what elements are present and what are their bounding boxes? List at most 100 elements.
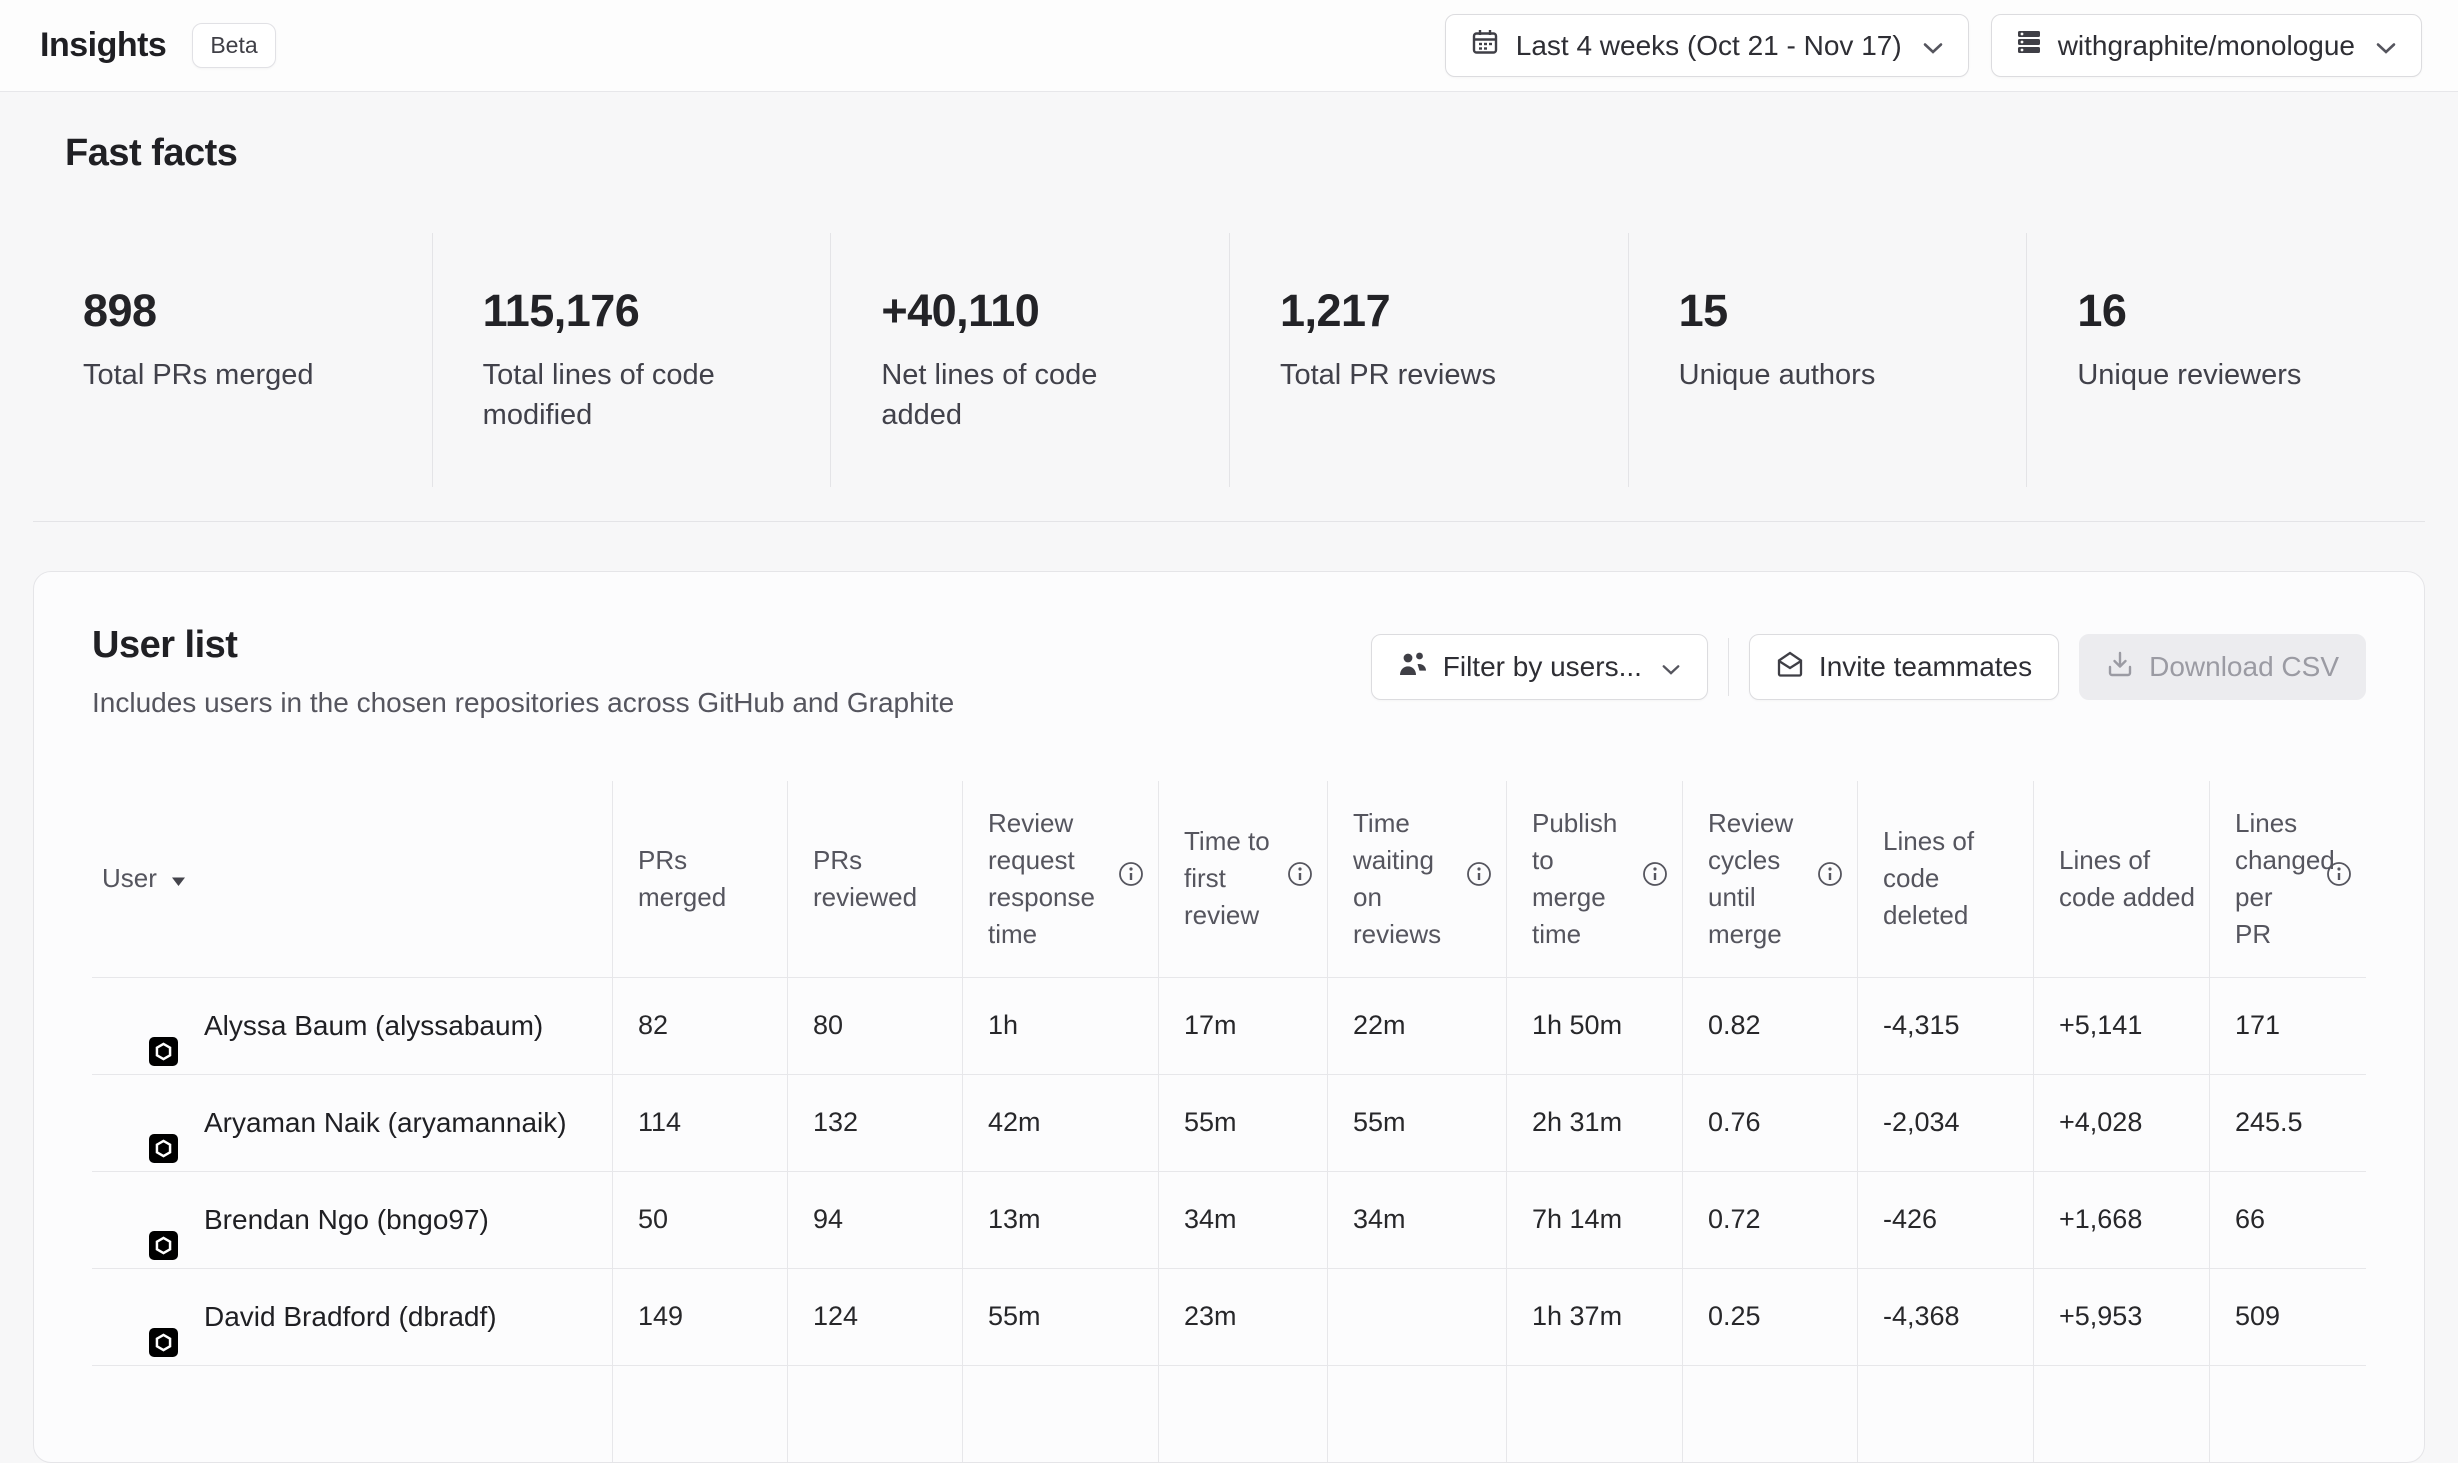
avatar xyxy=(100,989,174,1063)
table-row[interactable]: Brendan Ngo (bngo97) 50 94 13m 34m 34m 7… xyxy=(92,1171,2366,1268)
stat-label: Total PR reviews xyxy=(1280,355,1580,395)
publish-to-merge-time-cell: 7h 14m xyxy=(1506,1172,1682,1268)
column-header-review-request-response-time: Review request response time xyxy=(962,781,1158,977)
chevron-down-icon xyxy=(2375,30,2397,62)
stat-value: 16 xyxy=(2077,285,2389,337)
actions-divider xyxy=(1728,638,1729,696)
lines-added-cell: +1,668 xyxy=(2033,1172,2209,1268)
filter-by-users-label: Filter by users... xyxy=(1443,651,1642,683)
lines-changed-per-pr-cell: 171 xyxy=(2209,978,2366,1074)
user-cell: David Bradford (dbradf) xyxy=(92,1269,612,1365)
prs-reviewed-cell: 124 xyxy=(787,1269,962,1365)
column-header-time-to-first-review: Time to first review xyxy=(1158,781,1327,977)
review-request-response-time-cell: 55m xyxy=(962,1269,1158,1365)
topbar: Insights Beta Last 4 weeks (Oct 21 - Nov… xyxy=(0,0,2458,92)
lines-changed-per-pr-cell: 509 xyxy=(2209,1269,2366,1365)
avatar xyxy=(100,1183,174,1257)
invite-teammates-button[interactable]: Invite teammates xyxy=(1749,634,2059,700)
lines-added-cell: +5,141 xyxy=(2033,978,2209,1074)
time-to-first-review-cell: 17m xyxy=(1158,978,1327,1074)
users-icon xyxy=(1398,651,1428,684)
stat-value: +40,110 xyxy=(881,285,1193,337)
prs-reviewed-cell: 132 xyxy=(787,1075,962,1171)
column-header-review-cycles-until-merge: Review cycles until merge xyxy=(1682,781,1857,977)
download-csv-button[interactable]: Download CSV xyxy=(2079,634,2366,700)
user-name: Alyssa Baum (alyssabaum) xyxy=(204,1010,543,1042)
stat-label: Unique reviewers xyxy=(2077,355,2377,395)
info-icon[interactable] xyxy=(1817,860,1843,897)
mail-icon xyxy=(1776,651,1804,684)
review-request-response-time-cell: 42m xyxy=(962,1075,1158,1171)
stat-unique-reviewers: 16 Unique reviewers xyxy=(2026,233,2425,487)
prs-reviewed-cell: 94 xyxy=(787,1172,962,1268)
time-to-first-review-cell: 23m xyxy=(1158,1269,1327,1365)
beta-badge: Beta xyxy=(192,23,275,68)
user-list-title: User list xyxy=(92,624,954,667)
prs-merged-cell: 82 xyxy=(612,978,787,1074)
user-table: User PRs merged PRs reviewed Review requ… xyxy=(92,781,2366,1462)
user-cell: Aryaman Naik (aryamannaik) xyxy=(92,1075,612,1171)
lines-changed-per-pr-cell: 66 xyxy=(2209,1172,2366,1268)
column-header-prs-merged: PRs merged xyxy=(612,781,787,977)
prs-merged-cell: 50 xyxy=(612,1172,787,1268)
lines-added-cell: +5,953 xyxy=(2033,1269,2209,1365)
time-to-first-review-cell: 34m xyxy=(1158,1172,1327,1268)
table-row[interactable]: David Bradford (dbradf) 149 124 55m 23m … xyxy=(92,1268,2366,1365)
time-to-first-review-cell: 55m xyxy=(1158,1075,1327,1171)
date-range-label: Last 4 weeks (Oct 21 - Nov 17) xyxy=(1516,30,1902,62)
table-header-row: User PRs merged PRs reviewed Review requ… xyxy=(92,781,2366,977)
review-cycles-cell: 0.72 xyxy=(1682,1172,1857,1268)
stat-label: Total lines of code modified xyxy=(483,355,783,435)
page-title: Insights xyxy=(40,26,166,65)
date-range-dropdown[interactable]: Last 4 weeks (Oct 21 - Nov 17) xyxy=(1445,14,1969,77)
download-csv-label: Download CSV xyxy=(2149,651,2339,683)
review-cycles-cell: 0.82 xyxy=(1682,978,1857,1074)
user-name: Brendan Ngo (bngo97) xyxy=(204,1204,489,1236)
table-row[interactable]: Alyssa Baum (alyssabaum) 82 80 1h 17m 22… xyxy=(92,977,2366,1074)
repo-selector-dropdown[interactable]: withgraphite/monologue xyxy=(1991,14,2422,77)
lines-changed-per-pr-cell: 245.5 xyxy=(2209,1075,2366,1171)
user-name: David Bradford (dbradf) xyxy=(204,1301,497,1333)
prs-reviewed-cell: 80 xyxy=(787,978,962,1074)
chevron-down-icon xyxy=(1661,651,1681,683)
stat-label: Unique authors xyxy=(1679,355,1979,395)
stat-label: Net lines of code added xyxy=(881,355,1181,435)
info-icon[interactable] xyxy=(2326,860,2352,897)
sort-desc-icon xyxy=(171,860,186,897)
info-icon[interactable] xyxy=(1118,860,1144,897)
time-waiting-on-reviews-cell: 34m xyxy=(1327,1172,1506,1268)
stat-value: 898 xyxy=(83,285,396,337)
filter-by-users-button[interactable]: Filter by users... xyxy=(1371,634,1708,700)
column-header-time-waiting-on-reviews: Time waiting on reviews xyxy=(1327,781,1506,977)
time-waiting-on-reviews-cell xyxy=(1327,1269,1506,1365)
review-cycles-cell: 0.76 xyxy=(1682,1075,1857,1171)
lines-added-cell: +4,028 xyxy=(2033,1075,2209,1171)
time-waiting-on-reviews-cell: 55m xyxy=(1327,1075,1506,1171)
chevron-down-icon xyxy=(1922,30,1944,62)
column-header-user[interactable]: User xyxy=(92,781,612,977)
column-header-lines-of-code-added: Lines of code added xyxy=(2033,781,2209,977)
table-row[interactable]: Aryaman Naik (aryamannaik) 114 132 42m 5… xyxy=(92,1074,2366,1171)
download-icon xyxy=(2106,650,2134,685)
avatar xyxy=(100,1280,174,1354)
lines-deleted-cell: -2,034 xyxy=(1857,1075,2033,1171)
time-waiting-on-reviews-cell: 22m xyxy=(1327,978,1506,1074)
info-icon[interactable] xyxy=(1287,860,1313,897)
prs-merged-cell: 149 xyxy=(612,1269,787,1365)
stat-value: 1,217 xyxy=(1280,285,1592,337)
graphite-badge-icon xyxy=(149,1134,178,1163)
repo-icon xyxy=(2016,28,2042,63)
column-header-prs-reviewed: PRs reviewed xyxy=(787,781,962,977)
user-cell: Alyssa Baum (alyssabaum) xyxy=(92,978,612,1074)
avatar xyxy=(100,1086,174,1160)
publish-to-merge-time-cell: 2h 31m xyxy=(1506,1075,1682,1171)
review-request-response-time-cell: 13m xyxy=(962,1172,1158,1268)
lines-deleted-cell: -4,315 xyxy=(1857,978,2033,1074)
stat-value: 15 xyxy=(1679,285,1991,337)
info-icon[interactable] xyxy=(1466,860,1492,897)
user-name: Aryaman Naik (aryamannaik) xyxy=(204,1107,567,1139)
section-divider xyxy=(33,521,2425,522)
info-icon[interactable] xyxy=(1642,860,1668,897)
stat-total-prs-merged: 898 Total PRs merged xyxy=(33,233,432,487)
publish-to-merge-time-cell: 1h 50m xyxy=(1506,978,1682,1074)
